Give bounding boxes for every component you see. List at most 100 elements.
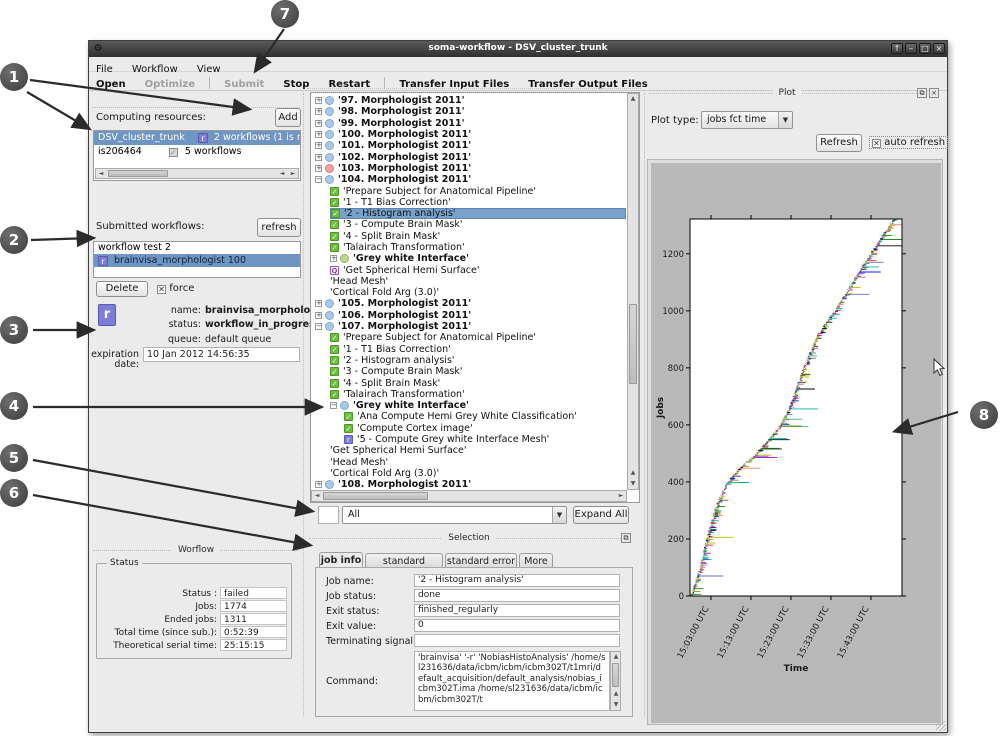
tree-item-content[interactable]: +'103. Morphologist 2011' <box>315 163 626 174</box>
toolbar-stop[interactable]: Stop <box>276 77 316 92</box>
refresh-plot-button[interactable]: Refresh <box>816 134 862 152</box>
horizontal-scrollbar[interactable]: ◄ ◄ ► <box>95 168 299 179</box>
tree-item[interactable]: −'107. Morphologist 2011' <box>312 321 626 332</box>
tab-standard-output[interactable]: standard output <box>365 553 443 568</box>
tree-item[interactable]: +'106. Morphologist 2011' <box>312 310 626 321</box>
tree-item-content[interactable]: r'5 - Compute Grey white Interface Mesh' <box>344 434 626 445</box>
expand-icon[interactable]: + <box>315 142 322 149</box>
scroll-left-icon[interactable]: ◄ <box>312 491 322 501</box>
close-button[interactable]: × <box>933 43 945 54</box>
tree-item-content[interactable]: 'Get Spherical Hemi Surface' <box>330 445 626 456</box>
force-checkbox[interactable]: ✕ force <box>157 283 194 294</box>
tree-item-content[interactable]: −'Grey white Interface' <box>330 400 626 411</box>
expand-icon[interactable]: + <box>315 108 322 115</box>
checkbox-icon[interactable]: ✓ <box>169 148 178 157</box>
tree-item-content[interactable]: ✓'3 - Compute Brain Mask' <box>330 219 626 230</box>
tree-item-content[interactable]: +'102. Morphologist 2011' <box>315 151 626 162</box>
expand-icon[interactable]: + <box>315 97 322 104</box>
tab-more[interactable]: More <box>519 553 553 568</box>
tree-item-content[interactable]: +'97. Morphologist 2011' <box>315 95 626 106</box>
tree-item[interactable]: ✓'Prepare Subject for Anatomical Pipelin… <box>312 185 626 196</box>
vertical-scrollbar[interactable]: ▲ ▲ ▼ <box>627 93 639 490</box>
dock-float-icon[interactable]: ⧉ <box>621 533 631 543</box>
tree-item[interactable]: +'97. Morphologist 2011' <box>312 95 626 106</box>
tree-item[interactable]: −'104. Morphologist 2011' <box>312 174 626 185</box>
expand-icon[interactable]: + <box>330 255 337 262</box>
vertical-scrollbar[interactable]: ▲ ▲ ▼ <box>610 651 621 711</box>
tab-job-info[interactable]: job info <box>319 552 363 568</box>
tree-item-content[interactable]: ✓'Prepare Subject for Anatomical Pipelin… <box>330 332 626 343</box>
expand-icon[interactable]: + <box>315 154 322 161</box>
tree-item[interactable]: +'99. Morphologist 2011' <box>312 118 626 129</box>
tree-item-content[interactable]: ✓'Compute Cortex image' <box>344 423 626 434</box>
tree-item[interactable]: ✓'Ana Compute Hemi Grey White Classifica… <box>312 411 626 422</box>
tree-item[interactable]: +'100. Morphologist 2011' <box>312 129 626 140</box>
tree-item-content[interactable]: ✓'4 - Split Brain Mask' <box>330 377 626 388</box>
collapse-icon[interactable]: − <box>330 402 337 409</box>
submitted-workflows-list[interactable]: workflow test 2 r brainvisa_morphologist… <box>93 241 301 278</box>
tree-item-content[interactable]: −'104. Morphologist 2011' <box>315 174 626 185</box>
tree-item[interactable]: ✓'3 - Compute Brain Mask' <box>312 366 626 377</box>
plot-type-combo[interactable]: jobs fct time ▼ <box>701 111 793 129</box>
tree-item-content[interactable]: ✓'Ana Compute Hemi Grey White Classifica… <box>344 411 626 422</box>
scroll-right-icon[interactable]: ► <box>616 491 626 501</box>
plot-dock-title[interactable]: Plot <box>647 88 927 99</box>
expiration-date-input[interactable]: 10 Jan 2012 14:56:35 <box>143 347 300 362</box>
tree-item[interactable]: ✓'2 - Histogram analysis' <box>312 355 626 366</box>
workflow-tree[interactable]: +'97. Morphologist 2011'+'98. Morphologi… <box>310 92 640 503</box>
collapse-icon[interactable]: − <box>315 176 322 183</box>
tree-item-content[interactable]: +'Grey white Interface' <box>330 253 626 264</box>
vertical-splitter[interactable] <box>644 93 645 717</box>
resize-grip[interactable] <box>936 721 946 731</box>
tree-item-content[interactable]: +'99. Morphologist 2011' <box>315 118 626 129</box>
tree-item[interactable]: 'Cortical Fold Arg (3.0)' <box>312 287 626 298</box>
tree-item[interactable]: ✓'Talairach Transformation' <box>312 242 626 253</box>
tree-item-content[interactable]: +'108. Morphologist 2011' <box>315 479 626 489</box>
tree-item[interactable]: ✓'4 - Split Brain Mask' <box>312 377 626 388</box>
tree-item-content[interactable]: +'101. Morphologist 2011' <box>315 140 626 151</box>
splitter-handle[interactable] <box>307 88 641 89</box>
tree-item-content[interactable]: +'105. Morphologist 2011' <box>315 298 626 309</box>
computing-resources-list[interactable]: DSV_cluster_trunk r 2 workflows (1 is ru… <box>93 130 301 181</box>
workflow-row[interactable]: r brainvisa_morphologist 100 <box>94 254 300 267</box>
shade-button[interactable]: ↑ <box>891 43 903 54</box>
tree-item[interactable]: ✓'1 - T1 Bias Correction' <box>312 344 626 355</box>
scroll-left-icon[interactable]: ◄ <box>96 169 106 179</box>
filter-input[interactable] <box>318 506 339 524</box>
expand-icon[interactable]: + <box>315 481 322 488</box>
resource-row[interactable]: DSV_cluster_trunk r 2 workflows (1 is ru… <box>94 131 300 145</box>
workflow-row[interactable]: workflow test 2 <box>94 242 300 254</box>
tree-item[interactable]: −'Grey white Interface' <box>312 400 626 411</box>
checkbox-icon[interactable]: ✕ <box>157 285 166 294</box>
dock-close-icon[interactable]: × <box>929 88 939 98</box>
tree-item-content[interactable]: 'Head Mesh' <box>330 457 626 468</box>
tree-item[interactable]: 'Head Mesh' <box>312 276 626 287</box>
tree-item-content[interactable]: ✓'Prepare Subject for Anatomical Pipelin… <box>330 185 626 196</box>
tree-item[interactable]: ✓'2 - Histogram analysis' <box>312 208 626 219</box>
expand-icon[interactable]: + <box>315 131 322 138</box>
tree-item[interactable]: +'108. Morphologist 2011' <box>312 479 626 489</box>
tab-standard-error[interactable]: standard error <box>445 553 517 568</box>
command-value[interactable]: 'brainvisa' '-r' 'NobiasHistoAnalysis' /… <box>414 651 610 711</box>
resource-row[interactable]: is206464 ✓ 5 workflows <box>94 145 300 159</box>
tree-item[interactable]: r'5 - Compute Grey white Interface Mesh' <box>312 434 626 445</box>
filter-combo[interactable]: All ▼ <box>342 506 567 524</box>
tree-item-content[interactable]: ✓'Talairach Transformation' <box>330 389 626 400</box>
title-bar[interactable]: ⚙ soma-workflow - DSV_cluster_trunk ↑ – … <box>89 41 947 57</box>
tree-item[interactable]: ✓'3 - Compute Brain Mask' <box>312 219 626 230</box>
toolbar-transfer-input[interactable]: Transfer Input Files <box>392 77 516 92</box>
tree-item[interactable]: +'102. Morphologist 2011' <box>312 151 626 162</box>
tree-item[interactable]: ✓'4 - Split Brain Mask' <box>312 231 626 242</box>
scroll-down-icon[interactable]: ▼ <box>628 479 638 489</box>
workflow-dock-title[interactable]: Worflow <box>91 545 301 556</box>
tree-item[interactable]: +'98. Morphologist 2011' <box>312 106 626 117</box>
chevron-down-icon[interactable]: ▼ <box>552 507 566 523</box>
tree-item[interactable]: ✓'Talairach Transformation' <box>312 389 626 400</box>
toolbar-open[interactable]: Open <box>89 77 133 92</box>
tree-item-content[interactable]: ✓'Talairach Transformation' <box>330 242 626 253</box>
tree-item-content[interactable]: +'98. Morphologist 2011' <box>315 106 626 117</box>
tree-item[interactable]: ✓'1 - T1 Bias Correction' <box>312 197 626 208</box>
tree-item-content[interactable]: ✓'1 - T1 Bias Correction' <box>330 344 626 355</box>
horizontal-scrollbar[interactable]: ◄ ► <box>311 490 627 502</box>
minimize-button[interactable]: – <box>905 43 917 54</box>
